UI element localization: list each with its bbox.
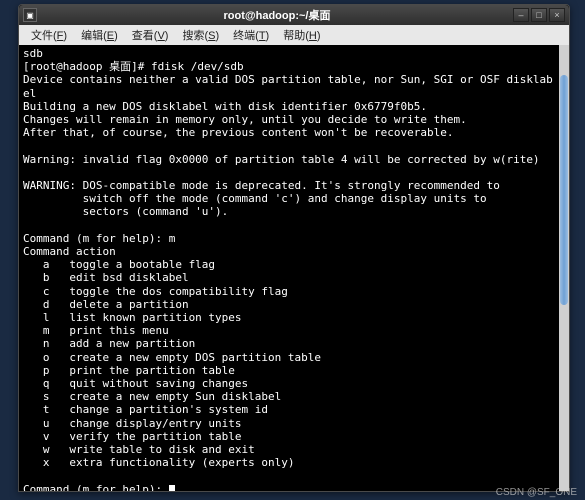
minimize-button[interactable]: –: [513, 8, 529, 22]
terminal-area[interactable]: sdb [root@hadoop 桌面]# fdisk /dev/sdb Dev…: [19, 45, 569, 491]
menu-帮助[interactable]: 帮助(H): [277, 26, 326, 44]
scrollbar[interactable]: [559, 45, 569, 491]
menu-搜索[interactable]: 搜索(S): [176, 26, 225, 44]
app-icon: ▣: [23, 8, 37, 22]
watermark: CSDN @SF_ONE: [496, 487, 577, 498]
close-button[interactable]: ×: [549, 8, 565, 22]
menu-终端[interactable]: 终端(T): [227, 26, 275, 44]
window-titlebar[interactable]: ▣ root@hadoop:~/桌面 – □ ×: [19, 5, 569, 25]
menu-查看[interactable]: 查看(V): [126, 26, 175, 44]
menu-文件[interactable]: 文件(F): [25, 26, 73, 44]
scrollbar-thumb[interactable]: [560, 75, 568, 305]
menu-编辑[interactable]: 编辑(E): [75, 26, 124, 44]
maximize-button[interactable]: □: [531, 8, 547, 22]
terminal-cursor: [169, 485, 175, 491]
terminal-window: ▣ root@hadoop:~/桌面 – □ × 文件(F)编辑(E)查看(V)…: [18, 4, 570, 492]
menu-bar: 文件(F)编辑(E)查看(V)搜索(S)终端(T)帮助(H): [19, 25, 569, 45]
window-title: root@hadoop:~/桌面: [41, 7, 513, 23]
terminal-output[interactable]: sdb [root@hadoop 桌面]# fdisk /dev/sdb Dev…: [23, 47, 565, 491]
